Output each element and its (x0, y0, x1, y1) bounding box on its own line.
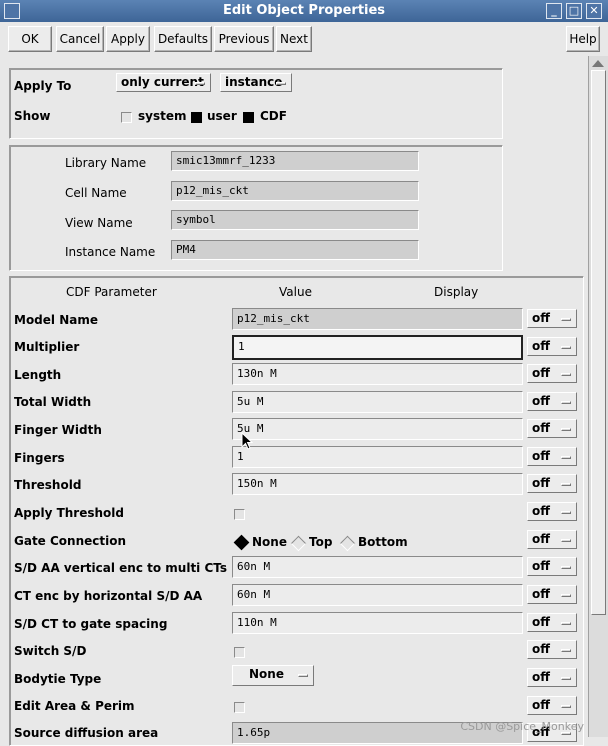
scroll-up-icon[interactable] (592, 60, 604, 67)
cdf-panel: CDF Parameter Value Display Model Name p… (9, 276, 584, 746)
param-label-fingers: Fingers (14, 451, 65, 465)
apply-to-label: Apply To (14, 79, 72, 93)
gate-none-label: None (252, 535, 287, 549)
cell-name-field: p12_mis_ckt (171, 181, 419, 201)
param-label-sd-aa-vertical-enc: S/D AA vertical enc to multi CTs (14, 561, 228, 575)
show-label: Show (14, 109, 51, 123)
sd-aa-vertical-enc-input[interactable]: 60n M (232, 556, 523, 578)
sd-ct-gate-spacing-input[interactable]: 110n M (232, 612, 523, 634)
library-name-label: Library Name (65, 156, 147, 170)
param-label-switch-sd: Switch S/D (14, 644, 87, 658)
display-select-ct-enc-horizontal[interactable]: off (527, 585, 577, 604)
param-label-multiplier: Multiplier (14, 340, 80, 354)
instance-name-label: Instance Name (65, 245, 156, 259)
cdf-display-header: Display (434, 285, 479, 299)
length-input[interactable]: 130n M (232, 363, 523, 385)
help-button[interactable]: Help (566, 26, 600, 52)
maximize-icon[interactable]: □ (566, 3, 582, 19)
param-label-apply-threshold: Apply Threshold (14, 506, 124, 520)
apply-button[interactable]: Apply (106, 26, 150, 52)
toolbar: OK Cancel Apply Defaults Previous Next H… (0, 22, 608, 56)
close-icon[interactable]: ✕ (586, 3, 602, 19)
switch-sd-checkbox[interactable] (234, 647, 245, 658)
display-select-multiplier[interactable]: off (527, 337, 577, 356)
finger-width-input[interactable]: 5u M (232, 418, 523, 440)
display-select-edit-area-perim[interactable]: off (527, 696, 577, 715)
display-select-total-width[interactable]: off (527, 392, 577, 411)
param-label-length: Length (14, 368, 62, 382)
cdf-param-header: CDF Parameter (66, 285, 157, 299)
instance-name-field: PM4 (171, 240, 419, 260)
multiplier-input[interactable]: 1 (232, 335, 523, 360)
param-label-threshold: Threshold (14, 478, 82, 492)
title-bar: Edit Object Properties _ □ ✕ (0, 0, 608, 22)
model-name-field: p12_mis_ckt (232, 308, 523, 330)
param-label-finger-width: Finger Width (14, 423, 102, 437)
view-name-label: View Name (65, 216, 133, 230)
show-cdf-checkbox[interactable] (243, 112, 254, 123)
display-select-gate-connection[interactable]: off (527, 530, 577, 549)
object-info-panel: Library Name smic13mmrf_1233 Cell Name p… (9, 145, 503, 271)
view-name-field: symbol (171, 210, 419, 230)
mouse-cursor-icon (241, 432, 253, 450)
bodytie-type-select[interactable]: None (232, 665, 314, 686)
ct-enc-horizontal-input[interactable]: 60n M (232, 584, 523, 606)
window-title: Edit Object Properties (222, 3, 386, 18)
gate-bottom-label: Bottom (358, 535, 408, 549)
display-select-sd-ct-gate-spacing[interactable]: off (527, 613, 577, 632)
gate-bottom-radio[interactable] (339, 535, 356, 552)
param-label-model-name: Model Name (14, 313, 98, 327)
display-select-model-name[interactable]: off (527, 309, 577, 328)
display-select-sd-aa-vertical-enc[interactable]: off (527, 557, 577, 576)
param-label-gate-connection: Gate Connection (14, 534, 127, 548)
display-select-apply-threshold[interactable]: off (527, 502, 577, 521)
vertical-scrollbar[interactable] (588, 56, 608, 737)
cdf-value-header: Value (279, 285, 312, 299)
show-cdf-label: CDF (260, 109, 287, 123)
minimize-icon[interactable]: _ (546, 3, 562, 19)
watermark: CSDN @Spice_Monkey (460, 720, 584, 733)
gate-none-radio[interactable] (233, 534, 250, 551)
apply-threshold-checkbox[interactable] (234, 509, 245, 520)
param-label-ct-enc-horizontal: CT enc by horizontal S/D AA (14, 589, 203, 603)
next-button[interactable]: Next (276, 26, 312, 52)
param-label-source-diffusion-area: Source diffusion area (14, 726, 159, 740)
apply-to-select[interactable]: only current (116, 73, 211, 92)
gate-top-radio[interactable] (290, 535, 307, 552)
cancel-button[interactable]: Cancel (56, 26, 104, 52)
display-select-fingers[interactable]: off (527, 447, 577, 466)
display-select-bodytie-type[interactable]: off (527, 668, 577, 687)
display-select-switch-sd[interactable]: off (527, 640, 577, 659)
ok-button[interactable]: OK (8, 26, 52, 52)
library-name-field: smic13mmrf_1233 (171, 151, 419, 171)
param-label-bodytie-type: Bodytie Type (14, 672, 102, 686)
cell-name-label: Cell Name (65, 186, 127, 200)
apply-target-select[interactable]: instance (220, 73, 292, 92)
show-user-label: user (207, 109, 237, 123)
display-select-finger-width[interactable]: off (527, 419, 577, 438)
total-width-input[interactable]: 5u M (232, 391, 523, 413)
param-label-edit-area-perim: Edit Area & Perim (14, 699, 135, 713)
param-label-total-width: Total Width (14, 395, 92, 409)
threshold-input[interactable]: 150n M (232, 473, 523, 495)
gate-top-label: Top (309, 535, 333, 549)
fingers-input[interactable]: 1 (232, 446, 523, 468)
show-system-label: system (138, 109, 187, 123)
show-system-checkbox[interactable] (121, 112, 132, 123)
display-select-threshold[interactable]: off (527, 474, 577, 493)
param-label-sd-ct-gate-spacing: S/D CT to gate spacing (14, 617, 168, 631)
scrollbar-thumb[interactable] (591, 70, 606, 615)
show-user-checkbox[interactable] (191, 112, 202, 123)
edit-area-perim-checkbox[interactable] (234, 702, 245, 713)
defaults-button[interactable]: Defaults (154, 26, 212, 52)
display-select-length[interactable]: off (527, 364, 577, 383)
apply-panel: Apply To only current instance Show syst… (9, 68, 503, 139)
previous-button[interactable]: Previous (214, 26, 274, 52)
